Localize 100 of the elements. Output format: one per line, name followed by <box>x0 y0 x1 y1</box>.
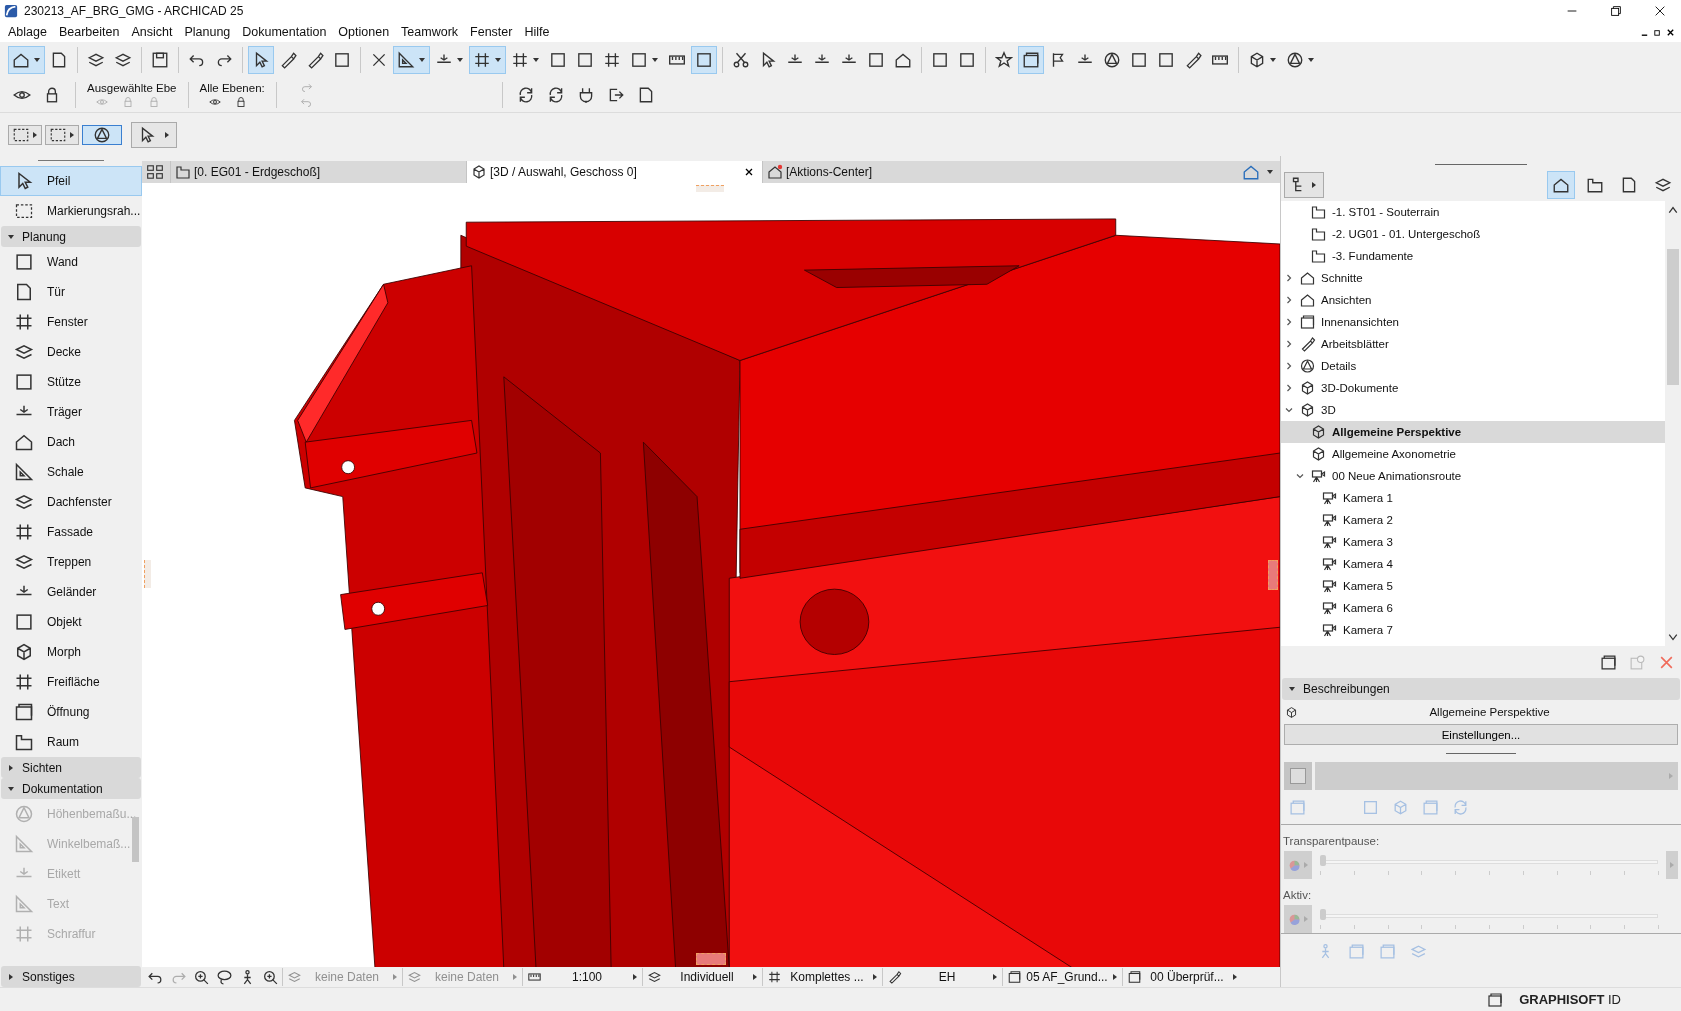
tool-item[interactable]: Dach <box>0 427 142 457</box>
toolbar-button[interactable] <box>393 46 430 74</box>
navigator-menu-button[interactable] <box>1284 172 1324 198</box>
selection-button[interactable] <box>8 124 42 145</box>
settings-button[interactable]: Einstellungen... <box>1284 724 1678 745</box>
caret-icon[interactable] <box>1668 632 1678 642</box>
tree-item[interactable]: Kamera 4 <box>1281 553 1665 575</box>
chevron-icon[interactable] <box>1285 274 1293 282</box>
close-icon[interactable] <box>1653 4 1667 18</box>
tool-item[interactable]: Fenster <box>0 307 142 337</box>
tree-item[interactable]: Kamera 5 <box>1281 575 1665 597</box>
slider-thumb[interactable] <box>1320 855 1326 866</box>
slider[interactable] <box>1320 907 1658 931</box>
scrollbar-thumb[interactable] <box>1667 249 1679 385</box>
tree-item[interactable]: 3D <box>1281 399 1665 421</box>
camera-field[interactable] <box>1315 762 1678 790</box>
scrollbar-thumb[interactable] <box>132 817 139 862</box>
menu-item[interactable]: Optionen <box>334 25 398 39</box>
selection-button[interactable] <box>82 124 122 145</box>
view-tab[interactable]: [3D / Auswahl, Geschoss 0] <box>466 161 762 183</box>
caret-icon[interactable] <box>1266 168 1274 176</box>
chevron-icon[interactable] <box>1285 318 1293 326</box>
menu-item[interactable]: Bearbeiten <box>54 25 128 39</box>
menu-item[interactable]: Ansicht <box>127 25 181 39</box>
tree-item[interactable]: Details <box>1281 355 1665 377</box>
chevron-icon[interactable] <box>1285 406 1293 414</box>
chevron-icon[interactable] <box>1285 340 1293 348</box>
tool-item[interactable]: Öffnung <box>0 697 142 727</box>
tool-item[interactable]: Raum <box>0 727 142 757</box>
tree-item[interactable]: Kamera 6 <box>1281 597 1665 619</box>
lasso-icon[interactable] <box>216 968 233 986</box>
eye-icon[interactable] <box>207 96 222 108</box>
grid-icon[interactable] <box>146 163 164 181</box>
tree-item[interactable]: -3. Fundamente <box>1281 245 1665 267</box>
navigator-mode-button[interactable] <box>1547 171 1575 199</box>
magnifier-icon[interactable] <box>193 968 210 986</box>
toolbar-button[interactable] <box>691 46 717 74</box>
tool-item[interactable]: Morph <box>0 637 142 667</box>
tree-item[interactable]: Arbeitsblätter <box>1281 333 1665 355</box>
resize-handle[interactable] <box>1268 560 1278 590</box>
toolbar-button[interactable] <box>8 46 45 74</box>
tool-item[interactable]: Stütze <box>0 367 142 397</box>
section-header[interactable]: Beschreibungen <box>1282 678 1680 700</box>
close-icon[interactable] <box>744 167 754 177</box>
tool-item[interactable]: Objekt <box>0 607 142 637</box>
section-header[interactable]: Planung <box>1 226 141 247</box>
chevron-icon[interactable] <box>1285 362 1293 370</box>
tool-item[interactable]: Decke <box>0 337 142 367</box>
status-control[interactable]: Individuell <box>642 968 762 986</box>
window-icon[interactable] <box>1600 653 1617 671</box>
tree-item[interactable]: 3D-Dokumente <box>1281 377 1665 399</box>
toolbar-button[interactable] <box>248 46 274 74</box>
tree-item[interactable]: Innenansichten <box>1281 311 1665 333</box>
tool-item[interactable]: Wand <box>0 247 142 277</box>
tool-item[interactable]: Fassade <box>0 517 142 547</box>
status-control[interactable]: Komplettes ... <box>762 968 882 986</box>
section-header[interactable]: Dokumentation <box>1 778 141 799</box>
tree-item[interactable]: -1. ST01 - Souterrain <box>1281 201 1665 223</box>
tree-item[interactable]: Kamera 7 <box>1281 619 1665 641</box>
status-control[interactable]: EH <box>882 968 1002 986</box>
menu-item[interactable]: Fenster <box>466 25 521 39</box>
tool-item[interactable]: Treppen <box>0 547 142 577</box>
tool-item[interactable]: Schale <box>0 457 142 487</box>
tool-item[interactable]: Geländer <box>0 577 142 607</box>
tool-item[interactable]: Träger <box>0 397 142 427</box>
menu-item[interactable]: Teamwork <box>397 25 467 39</box>
chevron-icon[interactable] <box>1285 384 1293 392</box>
tree-item[interactable]: 00 Neue Animationsroute <box>1281 465 1665 487</box>
toolbar-button[interactable] <box>1018 46 1044 74</box>
tree-item[interactable]: Schnitte <box>1281 267 1665 289</box>
caret-icon[interactable] <box>1668 205 1678 215</box>
resize-handle[interactable] <box>696 185 724 192</box>
menu-item[interactable]: Dokumentation <box>238 25 335 39</box>
slider[interactable] <box>1320 853 1658 877</box>
selection-button[interactable] <box>45 124 79 145</box>
tool-item[interactable]: Freifläche <box>0 667 142 697</box>
status-control[interactable]: 00 Überprüf... <box>1122 968 1242 986</box>
menu-item[interactable]: Hilfe <box>520 25 558 39</box>
close-icon[interactable] <box>1666 27 1675 37</box>
status-control[interactable]: 05 AF_Grund... <box>1002 968 1122 986</box>
menu-item[interactable]: Ablage <box>4 25 55 39</box>
tool-item[interactable]: Tür <box>0 277 142 307</box>
selection-button[interactable] <box>131 121 177 148</box>
menu-item[interactable]: Planung <box>180 25 239 39</box>
status-control[interactable]: 1:100 <box>522 968 642 986</box>
tool-item[interactable]: Markierungsrah... <box>0 196 142 226</box>
section-header[interactable]: Sonstiges <box>1 966 141 987</box>
account-link[interactable]: GRAPHISOFT ID <box>1519 992 1621 1007</box>
tree-item[interactable]: Ansichten <box>1281 289 1665 311</box>
resize-handle[interactable] <box>696 953 726 965</box>
resize-handle[interactable] <box>144 560 151 588</box>
tree-item[interactable]: Kamera 1 <box>1281 487 1665 509</box>
restore-icon[interactable] <box>1653 27 1662 37</box>
chevron-icon[interactable] <box>1285 296 1293 304</box>
slider-thumb[interactable] <box>1320 909 1326 920</box>
toolbar-button[interactable] <box>469 46 506 74</box>
section-header[interactable]: Sichten <box>1 757 141 778</box>
magnifier-icon[interactable] <box>262 968 279 986</box>
tree-item[interactable]: Allgemeine Axonometrie <box>1281 443 1665 465</box>
tree-item[interactable]: Kamera 2 <box>1281 509 1665 531</box>
